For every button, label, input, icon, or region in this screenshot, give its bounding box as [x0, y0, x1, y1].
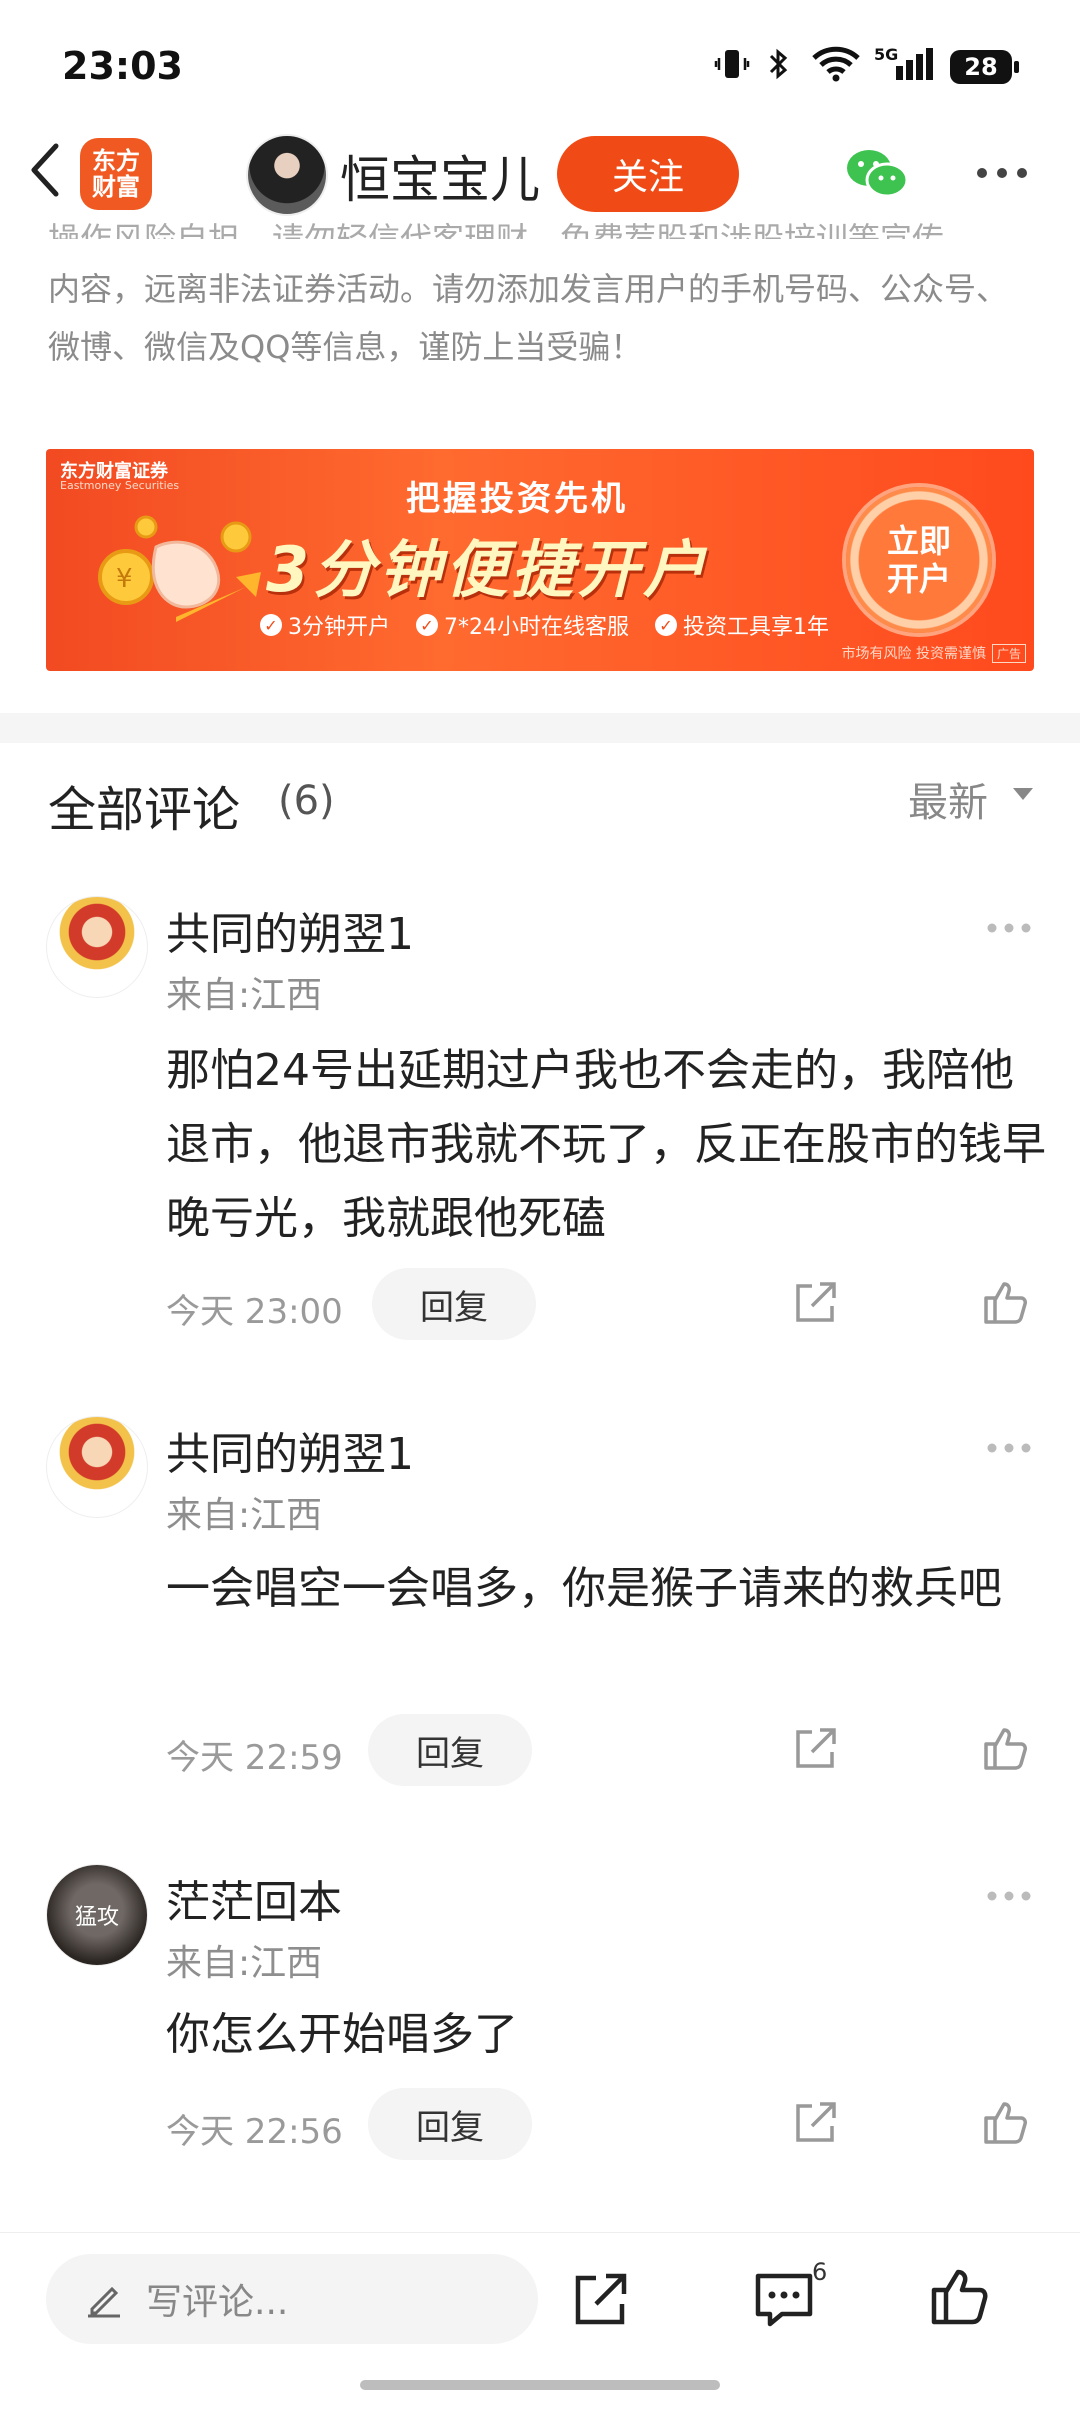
ad-risk-note: 市场有风险 投资需谨慎 广告 — [842, 643, 1026, 663]
commenter-avatar[interactable]: 猛攻 — [46, 1864, 148, 1966]
warning-partial-line: 操作风险自担。请勿轻信代客理财、免费荐股和涉股培训等宣传 — [48, 220, 945, 239]
commenter-name[interactable]: 共同的朔翌1 — [166, 898, 414, 962]
vibrate-icon — [712, 44, 752, 84]
comment-input-placeholder: 写评论... — [146, 2282, 289, 2323]
share-icon[interactable] — [792, 1726, 838, 1772]
author-avatar[interactable] — [246, 134, 328, 216]
app-logo-line1: 东方 — [92, 147, 140, 175]
comment-time: 今天 22:56 — [166, 2112, 343, 2152]
reply-button[interactable]: 回复 — [368, 2088, 532, 2160]
comment-more-icon[interactable] — [986, 1440, 1032, 1454]
back-arrow-icon[interactable] — [22, 140, 70, 197]
reply-button[interactable]: 回复 — [368, 1714, 532, 1786]
commenter-location: 来自:江西 — [166, 1495, 323, 1536]
ad-hand-coins-illustration: ¥ — [86, 507, 266, 647]
thumbs-up-icon[interactable] — [982, 1724, 1030, 1772]
avatar-text: 猛攻 — [74, 1905, 119, 1930]
ad-feature: ✓ 投资工具享1年 — [655, 609, 829, 641]
bluetooth-icon — [762, 44, 796, 84]
comments-count: (6) — [278, 778, 335, 824]
comment-input[interactable]: 写评论... — [46, 2254, 538, 2344]
comment-time: 今天 22:59 — [166, 1738, 343, 1778]
author-name[interactable]: 恒宝宝儿 — [340, 140, 540, 212]
ad-subtitle: 把握投资先机 — [406, 479, 628, 519]
ad-feature: ✓ 3分钟开户 — [260, 609, 390, 641]
app-logo[interactable]: 东方 财富 — [80, 138, 152, 210]
ad-features: ✓ 3分钟开户 ✓ 7*24小时在线客服 ✓ 投资工具享1年 — [260, 609, 829, 641]
ad-banner[interactable]: 东方财富证券 Eastmoney Securities ¥ 把握投资先机 3分钟… — [46, 449, 1034, 671]
comment-more-icon[interactable] — [986, 920, 1032, 934]
comment-more-icon[interactable] — [986, 1888, 1032, 1902]
commenter-name[interactable]: 共同的朔翌1 — [166, 1418, 414, 1482]
comments-title: 全部评论 — [48, 782, 241, 838]
commenter-location: 来自:江西 — [166, 1943, 323, 1984]
comment-body: 一会唱空一会唱多，你是猴子请来的救兵吧 — [166, 1563, 1002, 1614]
ad-feature: ✓ 7*24小时在线客服 — [416, 609, 629, 641]
comment-body: 你怎么开始唱多了 — [166, 2009, 518, 2060]
signal-5g-icon: 5G — [874, 44, 936, 84]
ad-cta-line2: 开户 — [886, 560, 951, 598]
svg-text:5G: 5G — [874, 45, 898, 64]
comments-count-badge: 6 — [812, 2258, 828, 2286]
sort-dropdown[interactable]: 最新 — [908, 770, 988, 828]
commenter-name[interactable]: 茫茫回本 — [166, 1866, 342, 1930]
ad-brand-en: Eastmoney Securities — [60, 479, 180, 492]
ad-feature-label: 3分钟开户 — [288, 615, 390, 640]
ad-risk-text: 市场有风险 投资需谨慎 — [841, 646, 986, 662]
status-time: 23:03 — [62, 44, 183, 88]
wifi-icon — [808, 44, 864, 84]
wechat-share-icon[interactable] — [845, 146, 909, 200]
commenter-location: 来自:江西 — [166, 975, 323, 1016]
comments-icon[interactable] — [752, 2270, 816, 2330]
pencil-icon — [84, 2279, 124, 2319]
battery-indicator: 28 — [950, 50, 1019, 84]
share-icon[interactable] — [570, 2270, 630, 2330]
comment-time: 今天 23:00 — [166, 1292, 343, 1332]
thumbs-up-icon[interactable] — [982, 1278, 1030, 1326]
ad-feature-label: 投资工具享1年 — [683, 615, 829, 640]
reply-button[interactable]: 回复 — [372, 1268, 536, 1340]
check-icon: ✓ — [416, 614, 438, 636]
risk-warning-text: 内容，远离非法证券活动。请勿添加发言用户的手机号码、公众号、微博、微信及QQ等信… — [48, 270, 1009, 366]
ad-cta-line1: 立即 — [886, 522, 951, 560]
commenter-avatar[interactable] — [46, 896, 148, 998]
share-icon[interactable] — [792, 2100, 838, 2146]
home-indicator[interactable] — [360, 2380, 720, 2390]
ad-headline: 3分钟便捷开户 — [266, 533, 710, 606]
ad-feature-label: 7*24小时在线客服 — [444, 615, 629, 640]
caret-down-icon[interactable] — [1012, 786, 1034, 800]
comment-body: 那怕24号出延期过户我也不会走的，我陪他退市，他退市我就不玩了，反正在股市的钱早… — [166, 1045, 1046, 1244]
commenter-avatar[interactable] — [46, 1416, 148, 1518]
ad-open-account-button[interactable]: 立即 开户 — [846, 487, 992, 633]
follow-button[interactable]: 关注 — [557, 136, 739, 212]
battery-level: 28 — [964, 53, 998, 81]
ad-badge: 广告 — [991, 643, 1026, 663]
section-divider — [0, 713, 1080, 743]
thumbs-up-icon[interactable] — [930, 2266, 990, 2326]
svg-text:¥: ¥ — [116, 564, 133, 594]
app-logo-line2: 财富 — [92, 173, 140, 201]
check-icon: ✓ — [655, 614, 677, 636]
thumbs-up-icon[interactable] — [982, 2098, 1030, 2146]
more-options-icon[interactable] — [975, 164, 1029, 182]
check-icon: ✓ — [260, 614, 282, 636]
share-icon[interactable] — [792, 1280, 838, 1326]
